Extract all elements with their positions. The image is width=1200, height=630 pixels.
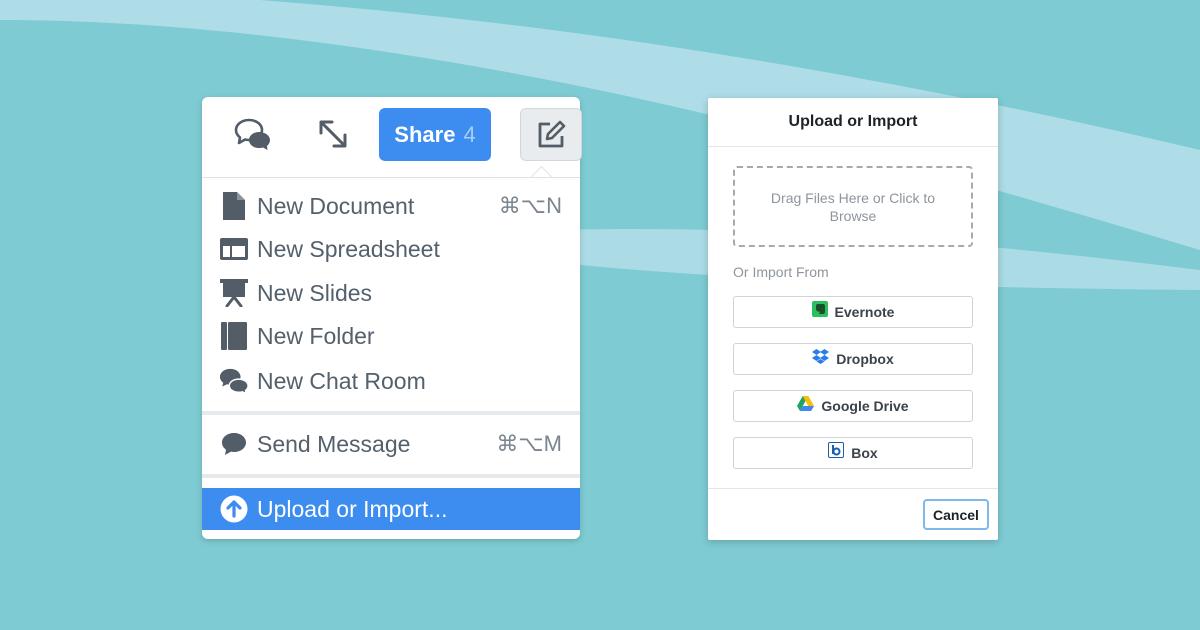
evernote-label: Evernote	[834, 304, 895, 320]
menu-item-new-spreadsheet[interactable]: New Spreadsheet	[202, 228, 580, 270]
background-brush-stroke	[0, 0, 1200, 290]
menu-item-label: Send Message	[257, 430, 411, 457]
dropzone-text: Drag Files Here or Click to Browse	[770, 189, 936, 224]
box-icon	[828, 442, 845, 458]
share-label: Share	[394, 121, 456, 147]
dialog-title: Upload or Import	[708, 98, 998, 147]
import-from-label: Or Import From	[733, 264, 829, 280]
cancel-button[interactable]: Cancel	[923, 499, 989, 530]
expand-icon[interactable]	[308, 109, 358, 159]
box-button[interactable]: Box	[733, 437, 973, 469]
chat-bubbles-icon[interactable]	[228, 109, 278, 159]
menu-item-label: New Document	[257, 192, 415, 219]
dialog-footer: Cancel	[708, 488, 998, 541]
menu-item-label: New Spreadsheet	[257, 235, 440, 262]
menu-item-label: New Folder	[257, 322, 375, 349]
document-icon	[219, 191, 249, 221]
new-item-menu: New Document ⌘⌥N New Spreadsheet New Sli…	[202, 177, 580, 540]
dropbox-label: Dropbox	[836, 351, 894, 367]
upload-import-dialog: Upload or Import Drag Files Here or Clic…	[708, 98, 998, 540]
google-drive-button[interactable]: Google Drive	[733, 390, 973, 422]
menu-item-new-slides[interactable]: New Slides	[202, 272, 580, 314]
evernote-button[interactable]: Evernote	[733, 296, 973, 328]
message-icon	[219, 429, 249, 459]
folder-icon	[219, 321, 249, 351]
chat-room-icon	[219, 366, 249, 396]
menu-item-label: New Chat Room	[257, 367, 426, 394]
evernote-icon	[811, 301, 828, 317]
menu-item-label: Upload or Import...	[257, 495, 448, 522]
spreadsheet-icon	[219, 234, 249, 264]
toolbar: Share 4	[202, 97, 582, 173]
google-drive-label: Google Drive	[821, 398, 909, 414]
menu-divider	[202, 411, 580, 415]
slides-icon	[219, 278, 249, 308]
menu-divider	[202, 474, 580, 478]
dropbox-button[interactable]: Dropbox	[733, 343, 973, 375]
menu-item-send-message[interactable]: Send Message ⌘⌥M	[202, 423, 580, 465]
menu-item-shortcut: ⌘⌥M	[496, 431, 562, 456]
box-label: Box	[851, 445, 878, 461]
menu-item-upload-or-import[interactable]: Upload or Import...	[202, 488, 580, 530]
compose-button[interactable]	[520, 108, 582, 161]
menu-item-new-folder[interactable]: New Folder	[202, 315, 580, 357]
menu-item-label: New Slides	[257, 279, 373, 306]
share-count-badge: 4	[463, 121, 476, 147]
upload-icon	[219, 494, 249, 524]
file-dropzone[interactable]: Drag Files Here or Click to Browse	[733, 166, 973, 247]
new-item-menu-card: Share 4 New Document ⌘⌥N New Spreadsheet	[202, 97, 582, 540]
dropbox-icon	[812, 348, 830, 364]
compose-icon	[538, 120, 566, 147]
menu-item-new-document[interactable]: New Document ⌘⌥N	[202, 185, 580, 227]
google-drive-icon	[797, 395, 815, 411]
share-button[interactable]: Share 4	[379, 108, 491, 161]
menu-item-shortcut: ⌘⌥N	[498, 193, 562, 218]
menu-item-new-chat-room[interactable]: New Chat Room	[202, 360, 580, 402]
